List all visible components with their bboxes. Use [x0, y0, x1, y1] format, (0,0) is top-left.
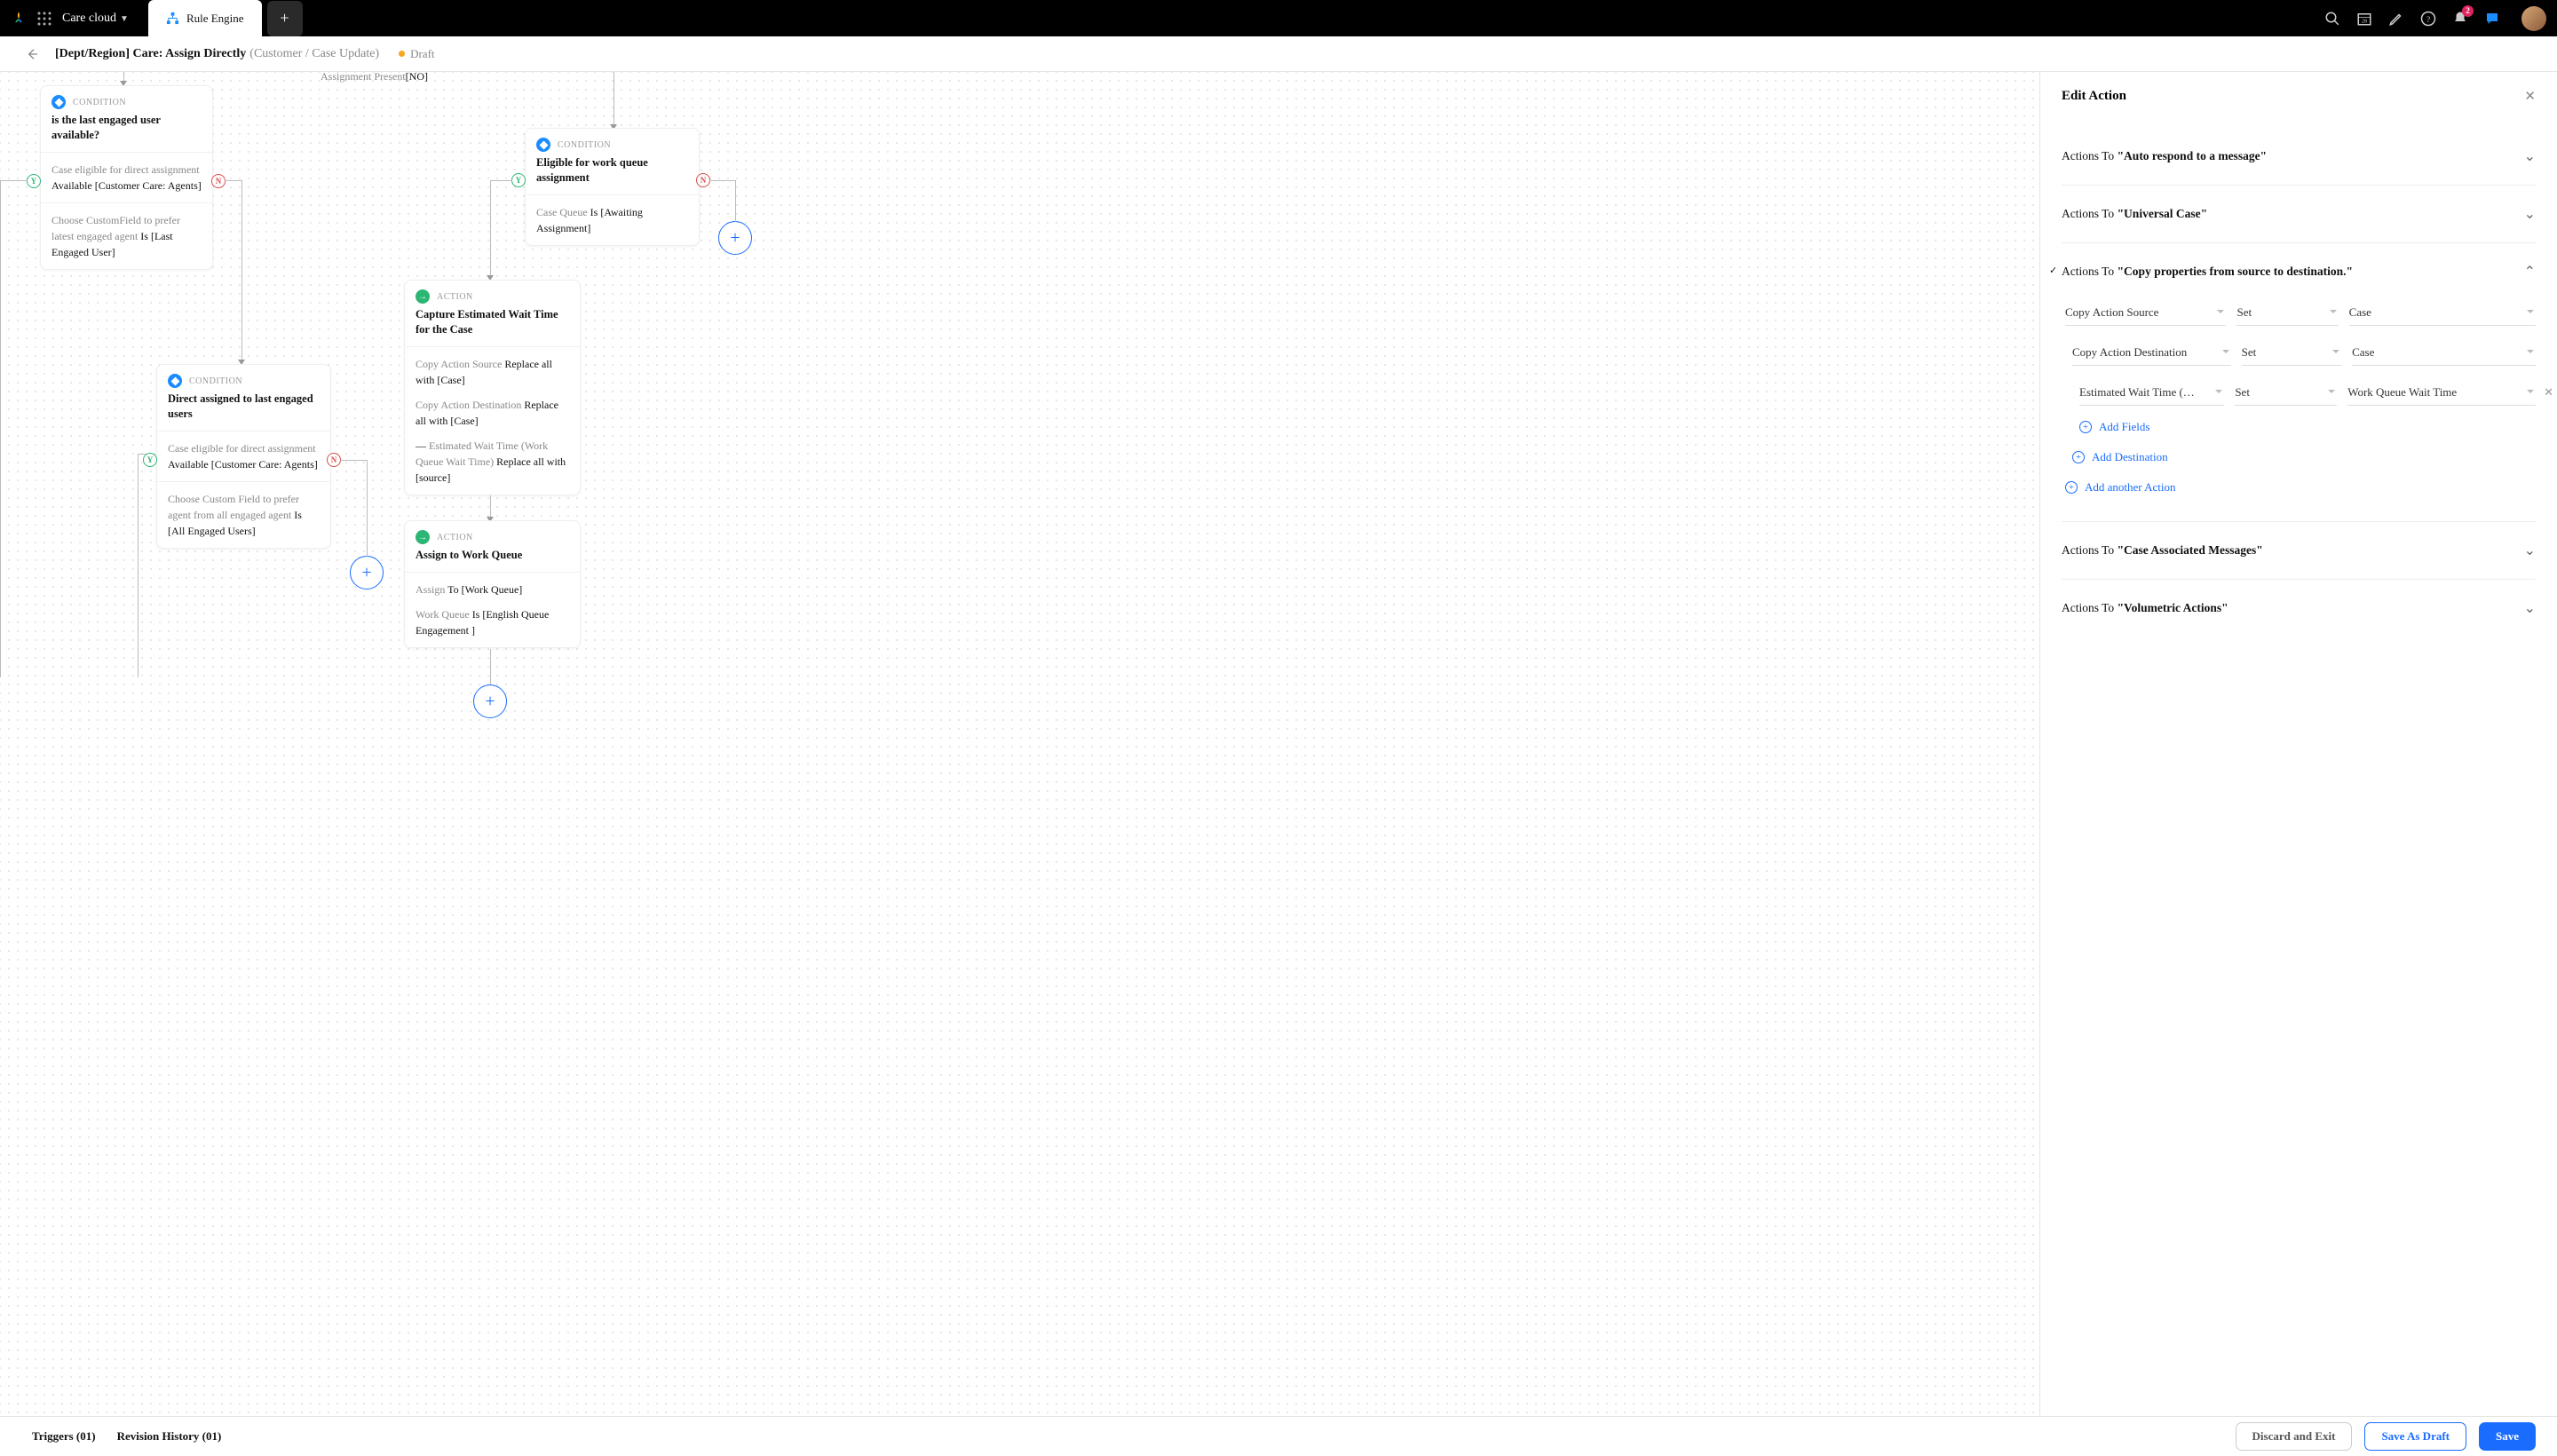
add-destination-button[interactable]: +Add Destination: [2072, 450, 2536, 464]
select-value[interactable]: Case: [2352, 340, 2536, 366]
svg-text:?: ?: [2426, 14, 2430, 24]
add-node-button[interactable]: +: [473, 684, 507, 718]
node-action-capture-wait[interactable]: ACTION Capture Estimated Wait Time for t…: [404, 280, 581, 495]
chevron-down-icon: ⌄: [2524, 147, 2536, 165]
check-icon: ✓: [2049, 265, 2057, 276]
notification-badge: 2: [2462, 5, 2474, 17]
subheader: [Dept/Region] Care: Assign Directly (Cus…: [0, 36, 2557, 72]
chevron-up-icon: ⌃: [2524, 263, 2536, 281]
accordion-volumetric[interactable]: Actions To "Volumetric Actions"⌄: [2062, 580, 2536, 637]
triggers-link[interactable]: Triggers (01): [32, 1429, 96, 1444]
status-dot: [399, 51, 405, 57]
condition-icon: [536, 138, 550, 152]
topbar: Care cloud▼ Rule Engine + 28 ? 2: [0, 0, 2557, 36]
hierarchy-icon: [166, 12, 179, 25]
node-action-assign-queue[interactable]: ACTION Assign to Work Queue Assign To [W…: [404, 520, 581, 648]
node-stub: Assignment Present[NO]: [321, 72, 428, 83]
rule-canvas[interactable]: Assignment Present[NO] CONDITION is the …: [0, 72, 2040, 1416]
page-subtitle: (Customer / Case Update): [249, 47, 379, 61]
discard-button[interactable]: Discard and Exit: [2236, 1422, 2353, 1451]
condition-icon: [51, 95, 66, 109]
node-condition-direct-assigned[interactable]: CONDITION Direct assigned to last engage…: [156, 364, 331, 549]
accordion-case-messages[interactable]: Actions To "Case Associated Messages"⌄: [2062, 522, 2536, 580]
select-copy-dest[interactable]: Copy Action Destination: [2072, 340, 2231, 366]
port-yes[interactable]: Y: [27, 174, 41, 188]
logo-icon: [11, 11, 27, 27]
select-field[interactable]: Estimated Wait Time (…: [2079, 380, 2224, 406]
chevron-down-icon: ⌄: [2524, 542, 2536, 559]
chevron-down-icon: ⌄: [2524, 205, 2536, 223]
condition-icon: [168, 374, 182, 388]
chevron-down-icon: ▼: [120, 14, 129, 24]
port-yes[interactable]: Y: [511, 173, 526, 187]
revision-link[interactable]: Revision History (01): [117, 1429, 222, 1444]
plus-circle-icon: +: [2079, 421, 2092, 433]
chat-icon[interactable]: [2484, 11, 2500, 27]
avatar[interactable]: [2521, 6, 2546, 31]
accordion-universal-case[interactable]: Actions To "Universal Case"⌄: [2062, 186, 2536, 243]
node-condition-eligible-queue[interactable]: CONDITION Eligible for work queue assign…: [525, 128, 700, 246]
port-yes[interactable]: Y: [143, 453, 157, 467]
apps-icon[interactable]: [37, 12, 51, 26]
workspace-selector[interactable]: Care cloud▼: [62, 12, 129, 26]
back-arrow-icon[interactable]: [25, 47, 39, 61]
remove-row-icon[interactable]: ✕: [2544, 385, 2553, 400]
select-operator[interactable]: Set: [2242, 340, 2341, 366]
plus-circle-icon: +: [2072, 451, 2085, 463]
select-value[interactable]: Case: [2349, 300, 2536, 326]
footer: Triggers (01) Revision History (01) Disc…: [0, 1416, 2557, 1456]
svg-text:28: 28: [2362, 19, 2367, 24]
accordion-auto-respond[interactable]: Actions To "Auto respond to a message"⌄: [2062, 128, 2536, 186]
node-condition-last-engaged[interactable]: CONDITION is the last engaged user avail…: [40, 85, 213, 270]
status-badge: Draft: [410, 47, 434, 61]
edit-action-panel: Edit Action ✕ Actions To "Auto respond t…: [2040, 72, 2557, 1416]
chevron-down-icon: ⌄: [2524, 599, 2536, 617]
help-icon[interactable]: ?: [2420, 11, 2436, 27]
add-action-button[interactable]: +Add another Action: [2065, 480, 2536, 495]
page-title: [Dept/Region] Care: Assign Directly: [55, 47, 246, 61]
notification-icon[interactable]: 2: [2452, 11, 2468, 27]
tab-rule-engine[interactable]: Rule Engine: [148, 0, 262, 36]
add-node-button[interactable]: +: [350, 556, 384, 590]
action-icon: [416, 530, 430, 544]
port-no[interactable]: N: [211, 174, 226, 188]
accordion-copy-properties: ✓ Actions To "Copy properties from sourc…: [2062, 243, 2536, 522]
calendar-icon[interactable]: 28: [2356, 11, 2372, 27]
close-icon[interactable]: ✕: [2524, 88, 2536, 105]
plus-circle-icon: +: [2065, 481, 2078, 494]
add-node-button[interactable]: +: [718, 221, 752, 255]
save-button[interactable]: Save: [2479, 1422, 2536, 1451]
search-icon[interactable]: [2324, 11, 2340, 27]
port-no[interactable]: N: [696, 173, 710, 187]
select-copy-source[interactable]: Copy Action Source: [2065, 300, 2226, 326]
action-icon: [416, 289, 430, 304]
select-value[interactable]: Work Queue Wait Time: [2347, 380, 2536, 406]
edit-icon[interactable]: [2388, 11, 2404, 27]
select-operator[interactable]: Set: [2235, 380, 2337, 406]
add-tab-button[interactable]: +: [267, 1, 303, 36]
save-draft-button[interactable]: Save As Draft: [2364, 1422, 2466, 1451]
select-operator[interactable]: Set: [2236, 300, 2338, 326]
port-no[interactable]: N: [327, 453, 341, 467]
tab-label: Rule Engine: [186, 12, 244, 26]
add-fields-button[interactable]: +Add Fields: [2079, 420, 2536, 434]
panel-title: Edit Action: [2062, 89, 2524, 104]
